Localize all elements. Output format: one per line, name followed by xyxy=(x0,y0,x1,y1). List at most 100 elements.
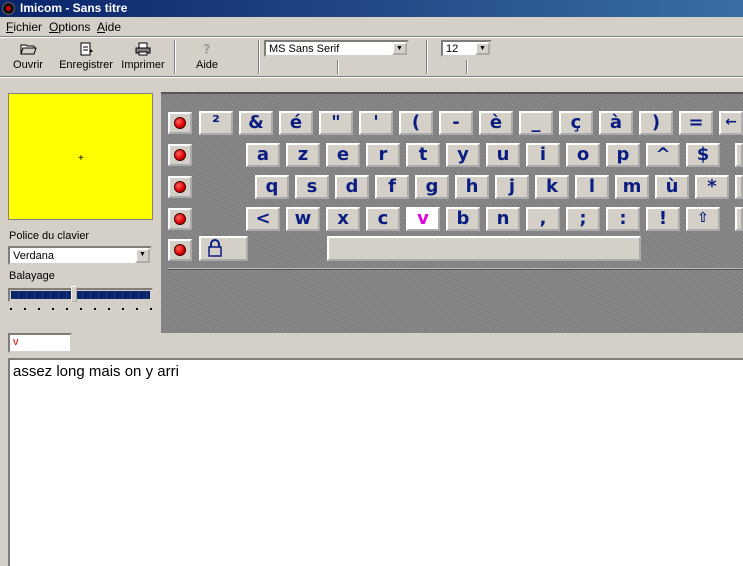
row-select-button[interactable] xyxy=(168,144,192,166)
key[interactable]: f xyxy=(375,175,409,199)
key[interactable]: ² xyxy=(199,111,233,135)
toolbar-separator xyxy=(174,40,176,74)
key[interactable]: s xyxy=(295,175,329,199)
key-partial[interactable] xyxy=(735,207,743,231)
key[interactable]: ; xyxy=(566,207,600,231)
keyboard-font-select[interactable]: Verdana ▼ xyxy=(8,246,152,265)
svg-text:?: ? xyxy=(203,43,211,56)
crosshair: + xyxy=(78,153,84,164)
slider-tick xyxy=(94,308,96,310)
scan-speed-slider[interactable] xyxy=(8,286,153,302)
key[interactable]: j xyxy=(495,175,529,199)
key[interactable]: t xyxy=(406,143,440,167)
key-partial[interactable] xyxy=(735,143,743,167)
row-select-button[interactable] xyxy=(168,112,192,134)
key[interactable]: g xyxy=(415,175,449,199)
save-button[interactable]: Enregistrer xyxy=(57,40,115,74)
key[interactable]: $ xyxy=(686,143,720,167)
key[interactable]: - xyxy=(439,111,473,135)
key[interactable]: e xyxy=(326,143,360,167)
key[interactable]: u xyxy=(486,143,520,167)
slider-tick xyxy=(80,308,82,310)
app-icon[interactable] xyxy=(2,2,15,15)
key[interactable]: m xyxy=(615,175,649,199)
key[interactable]: x xyxy=(326,207,360,231)
chevron-down-icon[interactable]: ▼ xyxy=(392,42,407,55)
key[interactable]: ⇧ xyxy=(686,207,720,231)
key[interactable]: & xyxy=(239,111,273,135)
key[interactable]: b xyxy=(446,207,480,231)
key[interactable]: p xyxy=(606,143,640,167)
key[interactable]: * xyxy=(695,175,729,199)
current-key-field[interactable]: v xyxy=(8,333,72,353)
key[interactable]: ç xyxy=(559,111,593,135)
chevron-down-icon[interactable]: ▼ xyxy=(475,42,490,55)
key[interactable]: " xyxy=(319,111,353,135)
keyboard-divider xyxy=(168,268,743,270)
font-size-select[interactable]: 12 ▼ xyxy=(441,40,492,57)
folder-icon xyxy=(19,42,37,56)
key[interactable]: v xyxy=(406,207,440,231)
row-select-button[interactable] xyxy=(168,239,192,261)
caps-lock-key[interactable] xyxy=(199,236,248,261)
help-button[interactable]: ? Aide xyxy=(190,40,224,74)
key[interactable]: , xyxy=(526,207,560,231)
key[interactable]: : xyxy=(606,207,640,231)
key[interactable]: d xyxy=(335,175,369,199)
slider-tick xyxy=(52,308,54,310)
print-button[interactable]: Imprimer xyxy=(121,40,165,74)
key[interactable]: l xyxy=(575,175,609,199)
key[interactable]: z xyxy=(286,143,320,167)
key[interactable]: _ xyxy=(519,111,553,135)
slider-tick xyxy=(10,308,12,310)
save-document-icon xyxy=(77,42,95,56)
key[interactable]: r xyxy=(366,143,400,167)
key[interactable]: q xyxy=(255,175,289,199)
key[interactable]: n xyxy=(486,207,520,231)
menu-aide[interactable]: Aide xyxy=(97,20,121,34)
key[interactable]: ) xyxy=(639,111,673,135)
key[interactable]: c xyxy=(366,207,400,231)
toolbar-separator xyxy=(337,60,339,74)
row-select-button[interactable] xyxy=(168,208,192,230)
key[interactable]: ( xyxy=(399,111,433,135)
document-text-area[interactable]: assez long mais on y arri xyxy=(8,358,743,566)
key-partial[interactable] xyxy=(735,175,743,199)
key[interactable]: ' xyxy=(359,111,393,135)
key[interactable]: ! xyxy=(646,207,680,231)
row-select-button[interactable] xyxy=(168,176,192,198)
toolbar-bottom-separator xyxy=(0,76,743,78)
key[interactable]: w xyxy=(286,207,320,231)
key[interactable]: ← xyxy=(719,111,743,135)
slider-tick xyxy=(122,308,124,310)
key[interactable]: é xyxy=(279,111,313,135)
slider-tick xyxy=(24,308,26,310)
key[interactable]: a xyxy=(246,143,280,167)
chevron-down-icon[interactable]: ▼ xyxy=(135,248,150,263)
key[interactable]: i xyxy=(526,143,560,167)
red-dot-icon xyxy=(174,149,186,161)
key[interactable]: h xyxy=(455,175,489,199)
slider-thumb[interactable] xyxy=(71,286,77,302)
keyboard-font-label: Police du clavier xyxy=(9,230,90,242)
menu-fichier[interactable]: Fichier xyxy=(6,20,42,34)
open-button[interactable]: Ouvrir xyxy=(8,40,48,74)
red-dot-icon xyxy=(174,244,186,256)
help-question-icon: ? xyxy=(198,42,216,58)
menu-options[interactable]: Options xyxy=(49,20,90,34)
key[interactable]: y xyxy=(446,143,480,167)
key[interactable]: < xyxy=(246,207,280,231)
key[interactable]: ^ xyxy=(646,143,680,167)
toolbar-separator xyxy=(426,40,428,74)
key[interactable]: k xyxy=(535,175,569,199)
space-key[interactable] xyxy=(327,236,641,261)
window-title: Imicom - Sans titre xyxy=(20,1,128,15)
key[interactable]: è xyxy=(479,111,513,135)
key[interactable]: o xyxy=(566,143,600,167)
font-select[interactable]: MS Sans Serif ▼ xyxy=(264,40,409,57)
key-preview: + xyxy=(8,93,153,220)
key[interactable]: à xyxy=(599,111,633,135)
key[interactable]: = xyxy=(679,111,713,135)
key[interactable]: ù xyxy=(655,175,689,199)
slider-tick xyxy=(150,308,152,310)
